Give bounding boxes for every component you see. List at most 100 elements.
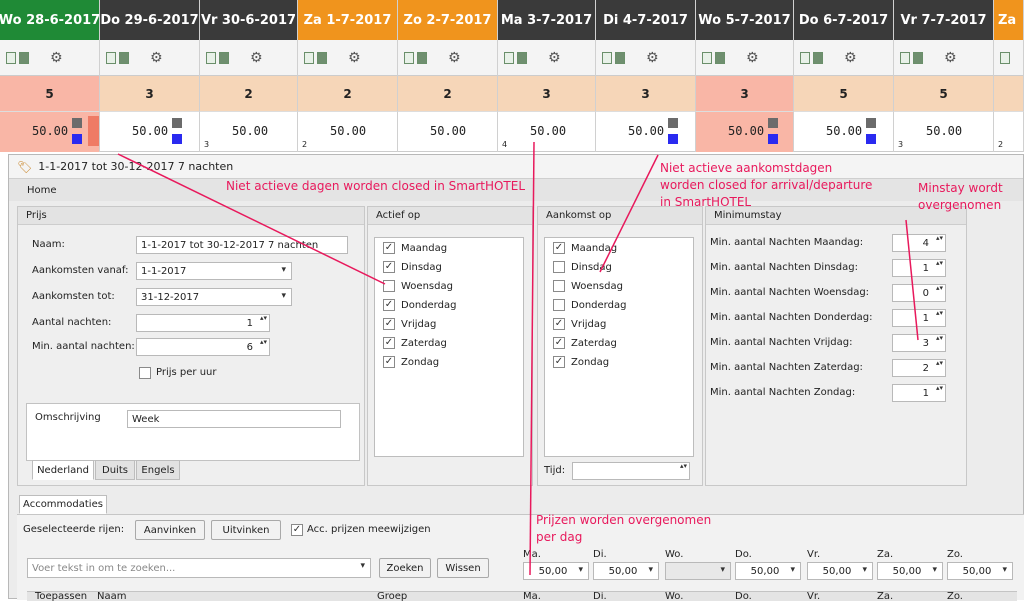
price-cell[interactable]: 50.00 (596, 112, 696, 152)
actief-vrijdag-checkbox[interactable]: ✓ (383, 318, 395, 330)
search-input[interactable]: Voer tekst in om te zoeken... (27, 558, 371, 578)
day-price-do[interactable]: 50,00 (735, 562, 801, 580)
aankomst-dinsdag-checkbox[interactable] (553, 261, 565, 273)
col-naam[interactable]: Naam (97, 592, 126, 601)
day-price-zo[interactable]: 50,00 (947, 562, 1013, 580)
actief-zondag[interactable]: ✓ Zondag (383, 354, 439, 370)
day-price-vr[interactable]: 50,00 (807, 562, 873, 580)
aankomst-zaterdag-checkbox[interactable]: ✓ (553, 337, 565, 349)
price-cell[interactable]: 50.00 3 (894, 112, 994, 152)
settings-icon[interactable]: ⚙ (250, 50, 263, 66)
actief-woensdag-checkbox[interactable] (383, 280, 395, 292)
aankomst-vrijdag-checkbox[interactable]: ✓ (553, 318, 565, 330)
settings-icon[interactable]: ⚙ (746, 50, 759, 66)
availability-count[interactable]: 3 (100, 76, 200, 112)
price-cell[interactable]: 50.00 (0, 112, 100, 152)
room-icon[interactable] (900, 52, 910, 64)
settings-icon[interactable]: ⚙ (944, 50, 957, 66)
actief-donderdag[interactable]: ✓ Donderdag (383, 297, 456, 313)
col-zo[interactable]: Zo. (947, 592, 963, 601)
settings-icon[interactable]: ⚙ (448, 50, 461, 66)
room-icon[interactable] (702, 52, 712, 64)
settings-icon[interactable]: ⚙ (646, 50, 659, 66)
actief-zondag-checkbox[interactable]: ✓ (383, 356, 395, 368)
col-groep[interactable]: Groep (377, 592, 407, 601)
calendar-day-3[interactable]: Za 1-7-2017 (298, 0, 398, 40)
actief-woensdag[interactable]: Woensdag (383, 278, 453, 294)
actief-zaterdag[interactable]: ✓ Zaterdag (383, 335, 447, 351)
aankomst-donderdag-checkbox[interactable] (553, 299, 565, 311)
aankomst-zondag[interactable]: ✓ Zondag (553, 354, 609, 370)
acc-prijzen-checkbox[interactable]: ✓ (291, 524, 303, 536)
room-icon[interactable] (602, 52, 612, 64)
tab-engels[interactable]: Engels (136, 460, 180, 480)
aankomst-vrijdag[interactable]: ✓ Vrijdag (553, 316, 606, 332)
room-filled-icon[interactable] (715, 52, 725, 64)
omschrijving-field[interactable]: Week (127, 410, 341, 428)
aankomsten-tot-field[interactable]: 31-12-2017 (136, 288, 292, 306)
aanvinken-button[interactable]: Aanvinken (135, 520, 205, 540)
availability-count[interactable]: 5 (794, 76, 894, 112)
availability-count[interactable]: 2 (298, 76, 398, 112)
availability-count[interactable]: 3 (498, 76, 596, 112)
home-tab[interactable]: Home (27, 185, 57, 196)
room-icon[interactable] (800, 52, 810, 64)
col-ma[interactable]: Ma. (523, 592, 541, 601)
availability-count[interactable]: 5 (0, 76, 100, 112)
tijd-field[interactable] (572, 462, 690, 480)
aankomst-maandag-checkbox[interactable]: ✓ (553, 242, 565, 254)
actief-maandag-checkbox[interactable]: ✓ (383, 242, 395, 254)
availability-count[interactable]: 5 (894, 76, 994, 112)
settings-icon[interactable]: ⚙ (348, 50, 361, 66)
col-toepassen[interactable]: Toepassen (35, 592, 87, 601)
prijs-per-uur-checkbox[interactable] (139, 367, 151, 379)
actief-donderdag-checkbox[interactable]: ✓ (383, 299, 395, 311)
aankomst-maandag[interactable]: ✓ Maandag (553, 240, 617, 256)
calendar-day-7[interactable]: Wo 5-7-2017 (696, 0, 794, 40)
calendar-day-9[interactable]: Vr 7-7-2017 (894, 0, 994, 40)
settings-icon[interactable]: ⚙ (548, 50, 561, 66)
actief-vrijdag[interactable]: ✓ Vrijdag (383, 316, 436, 332)
minstay-zondag-stepper[interactable]: 1 (892, 384, 946, 402)
uitvinken-button[interactable]: Uitvinken (211, 520, 281, 540)
room-icon[interactable] (504, 52, 514, 64)
wissen-button[interactable]: Wissen (437, 558, 489, 578)
aankomst-zaterdag[interactable]: ✓ Zaterdag (553, 335, 617, 351)
calendar-day-5[interactable]: Ma 3-7-2017 (498, 0, 596, 40)
settings-icon[interactable]: ⚙ (50, 50, 63, 66)
actief-maandag[interactable]: ✓ Maandag (383, 240, 447, 256)
room-icon[interactable] (106, 52, 116, 64)
aantal-nachten-stepper[interactable]: 1 (136, 314, 270, 332)
calendar-day-0[interactable]: Wo 28-6-2017 (0, 0, 100, 40)
calendar-day-10[interactable]: Za (994, 0, 1024, 40)
room-filled-icon[interactable] (813, 52, 823, 64)
availability-count[interactable]: 2 (200, 76, 298, 112)
availability-count[interactable] (994, 76, 1024, 112)
aankomst-woensdag[interactable]: Woensdag (553, 278, 623, 294)
room-filled-icon[interactable] (317, 52, 327, 64)
room-filled-icon[interactable] (119, 52, 129, 64)
room-icon[interactable] (404, 52, 414, 64)
aankomst-dinsdag[interactable]: Dinsdag (553, 259, 612, 275)
availability-count[interactable]: 3 (696, 76, 794, 112)
day-price-di[interactable]: 50,00 (593, 562, 659, 580)
aankomsten-vanaf-field[interactable]: 1-1-2017 (136, 262, 292, 280)
calendar-day-1[interactable]: Do 29-6-2017 (100, 0, 200, 40)
room-filled-icon[interactable] (417, 52, 427, 64)
room-icon[interactable] (6, 52, 16, 64)
actief-dinsdag-checkbox[interactable]: ✓ (383, 261, 395, 273)
availability-count[interactable]: 2 (398, 76, 498, 112)
zoeken-button[interactable]: Zoeken (379, 558, 431, 578)
tab-accommodaties[interactable]: Accommodaties (19, 495, 107, 514)
col-vr[interactable]: Vr. (807, 592, 820, 601)
minstay-zaterdag-stepper[interactable]: 2 (892, 359, 946, 377)
calendar-day-4[interactable]: Zo 2-7-2017 (398, 0, 498, 40)
price-cell[interactable]: 2 (994, 112, 1024, 152)
day-price-ma[interactable]: 50,00 (523, 562, 589, 580)
day-price-za[interactable]: 50,00 (877, 562, 943, 580)
actief-dinsdag[interactable]: ✓ Dinsdag (383, 259, 442, 275)
price-cell[interactable]: 50.00 (398, 112, 498, 152)
tab-duits[interactable]: Duits (95, 460, 135, 480)
minstay-donderdag-stepper[interactable]: 1 (892, 309, 946, 327)
calendar-day-8[interactable]: Do 6-7-2017 (794, 0, 894, 40)
